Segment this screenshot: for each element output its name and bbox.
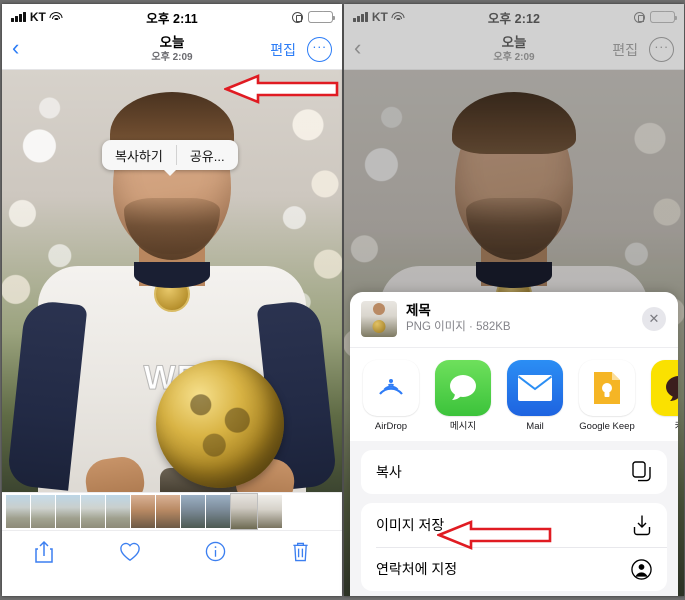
photo-viewer[interactable]: WE 복사하기 공유... — [2, 70, 342, 492]
action-label: 이미지 저장 — [376, 517, 445, 534]
share-app-google-keep[interactable]: Google Keep — [579, 360, 635, 432]
mail-icon — [507, 360, 563, 416]
trash-icon[interactable] — [291, 541, 310, 563]
copy-icon — [632, 461, 652, 483]
share-action-group-1: 복사 — [361, 450, 667, 495]
app-label: 카 — [651, 421, 678, 432]
filmstrip-thumb[interactable] — [6, 495, 30, 528]
shared-item-thumbnail — [361, 301, 397, 337]
rotation-lock-icon — [292, 11, 304, 23]
share-app-airdrop[interactable]: AirDrop — [363, 360, 419, 432]
download-icon — [632, 514, 652, 536]
app-label: Google Keep — [579, 421, 635, 432]
filmstrip-thumb[interactable] — [131, 495, 155, 528]
messages-icon — [435, 360, 491, 416]
share-app-kakaotalk[interactable]: 카 — [651, 360, 678, 432]
menu-item-share[interactable]: 공유... — [177, 140, 238, 170]
menu-item-copy[interactable]: 복사하기 — [102, 140, 176, 170]
app-label: 메시지 — [449, 421, 477, 432]
screenshot-stage: KT 오후 2:11 ⚡ ‹ 오늘 오후 2:09 편집 ··· WE 복사하기… — [0, 0, 685, 600]
person-circle-icon — [631, 559, 652, 580]
wifi-icon — [49, 12, 63, 22]
app-label: Mail — [526, 421, 544, 432]
share-app-messages[interactable]: 메시지 — [435, 360, 491, 432]
shared-item-info: 제목 PNG 이미지 · 582KB — [406, 302, 633, 336]
back-button[interactable]: ‹ — [12, 37, 42, 62]
share-sheet: 제목 PNG 이미지 · 582KB ✕ AirDrop 메시지 Mail Go… — [350, 292, 678, 596]
status-bar: KT 오후 2:11 ⚡ — [2, 4, 342, 30]
filmstrip-thumb[interactable] — [181, 495, 205, 528]
filmstrip-thumb[interactable] — [156, 495, 180, 528]
filmstrip-thumb[interactable] — [106, 495, 130, 528]
filmstrip-thumb[interactable] — [206, 495, 230, 528]
annotation-arrow-left — [224, 74, 340, 104]
context-menu[interactable]: 복사하기 공유... — [102, 140, 238, 170]
close-icon[interactable]: ✕ — [642, 307, 666, 331]
filmstrip-thumb[interactable] — [31, 495, 55, 528]
google-keep-icon — [579, 360, 635, 416]
edit-button[interactable]: 편집 — [270, 40, 296, 60]
photo-image: WE — [2, 70, 342, 492]
airdrop-icon — [363, 360, 419, 416]
share-actions: 복사 이미지 저장 연락처에 지정 — [350, 441, 678, 592]
share-app-row[interactable]: AirDrop 메시지 Mail Google Keep — [350, 347, 678, 442]
filmstrip-thumb[interactable] — [258, 495, 282, 528]
signal-bars-icon — [11, 12, 26, 22]
info-icon[interactable] — [205, 541, 226, 562]
left-phone-screen: KT 오후 2:11 ⚡ ‹ 오늘 오후 2:09 편집 ··· WE 복사하기… — [2, 4, 342, 596]
nav-bar: ‹ 오늘 오후 2:09 편집 ··· — [2, 30, 342, 70]
share-sheet-header: 제목 PNG 이미지 · 582KB ✕ — [350, 292, 678, 347]
battery-charging-icon: ⚡ — [308, 11, 336, 23]
status-bar-left: KT — [11, 10, 146, 24]
action-label: 복사 — [376, 464, 402, 481]
right-phone-screen: KT 오후 2:12 ⚡ ‹ 오늘 오후 2:09 편집 ··· 제목 PNG … — [344, 4, 684, 596]
carrier-label: KT — [29, 10, 46, 24]
shared-item-meta: PNG 이미지 · 582KB — [406, 321, 511, 334]
status-bar-clock: 오후 2:11 — [146, 11, 198, 26]
status-bar-right: ⚡ — [198, 11, 336, 23]
app-label: AirDrop — [374, 421, 408, 432]
filmstrip-thumb[interactable] — [56, 495, 80, 528]
heart-icon[interactable] — [119, 542, 141, 562]
filmstrip-thumb-selected[interactable] — [230, 493, 258, 530]
action-label: 연락처에 지정 — [376, 561, 458, 578]
share-app-mail[interactable]: Mail — [507, 360, 563, 432]
action-row-copy[interactable]: 복사 — [361, 450, 667, 494]
filmstrip-thumb[interactable] — [81, 495, 105, 528]
bottom-toolbar — [2, 530, 342, 572]
annotation-arrow-right — [437, 520, 553, 550]
action-row-assign-contact[interactable]: 연락처에 지정 — [361, 547, 667, 591]
share-icon[interactable] — [34, 540, 54, 564]
kakaotalk-icon — [651, 360, 678, 416]
shared-item-title: 제목 — [406, 303, 431, 319]
photo-filmstrip[interactable] — [2, 492, 342, 530]
more-options-button[interactable]: ··· — [307, 37, 332, 62]
nav-actions: 편집 ··· — [270, 37, 332, 62]
